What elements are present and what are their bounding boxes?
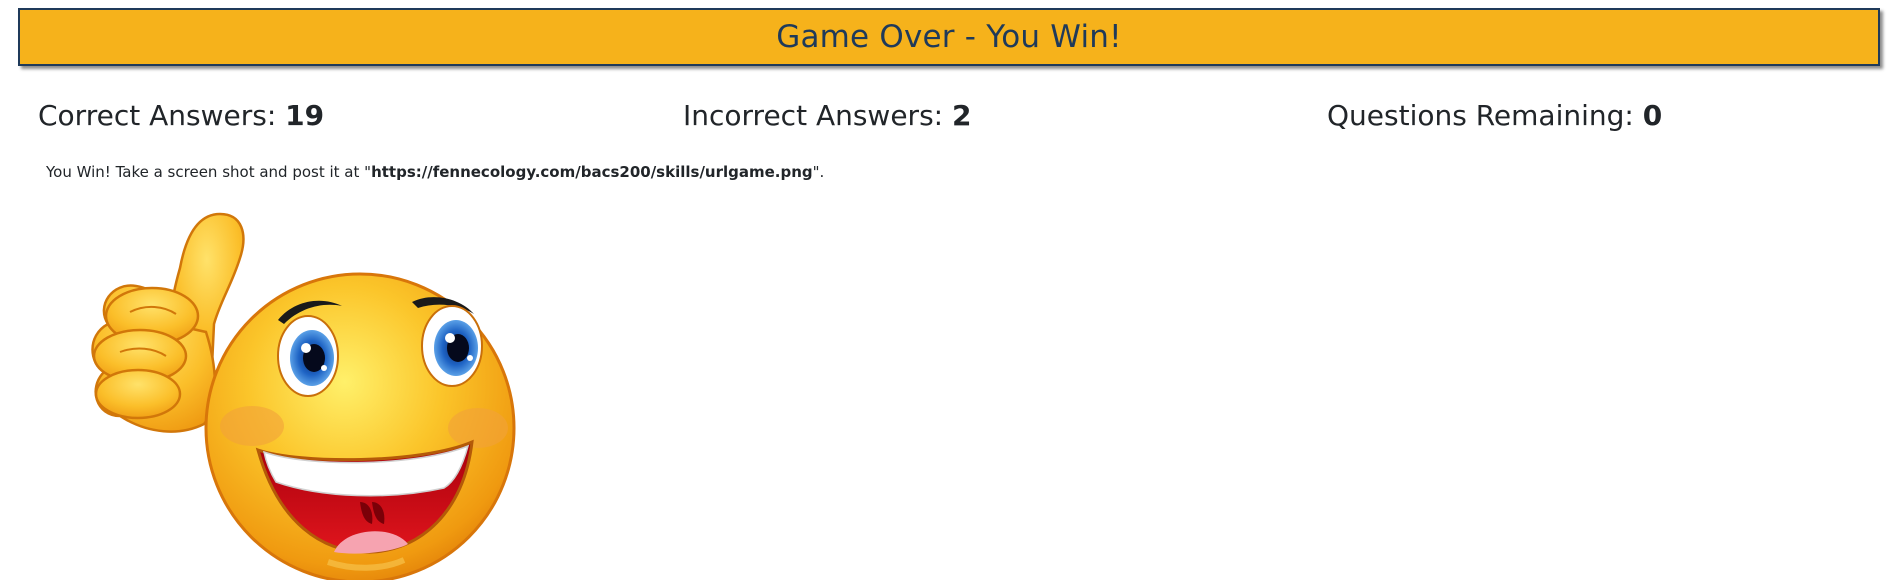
questions-remaining-label: Questions Remaining: <box>1327 99 1643 132</box>
incorrect-answers-value: 2 <box>952 99 972 132</box>
win-message-prefix: You Win! Take a screen shot and post it … <box>46 163 372 181</box>
correct-answers-stat: Correct Answers: 19 <box>38 99 324 132</box>
incorrect-answers-stat: Incorrect Answers: 2 <box>683 99 971 132</box>
questions-remaining-stat: Questions Remaining: 0 <box>1327 99 1662 132</box>
page-title: Game Over - You Win! <box>776 19 1122 55</box>
screenshot-url: https://fennecology.com/bacs200/skills/u… <box>371 163 813 181</box>
score-summary: Correct Answers: 19 Incorrect Answers: 2… <box>38 99 1878 139</box>
correct-answers-value: 19 <box>285 99 325 132</box>
win-message-suffix: ". <box>812 163 825 181</box>
thumbs-up-smiley-icon <box>91 212 516 580</box>
incorrect-answers-label: Incorrect Answers: <box>683 99 952 132</box>
win-message: You Win! Take a screen shot and post it … <box>46 163 824 181</box>
correct-answers-label: Correct Answers: <box>38 99 286 132</box>
title-banner: Game Over - You Win! <box>18 8 1880 66</box>
questions-remaining-value: 0 <box>1642 99 1663 132</box>
